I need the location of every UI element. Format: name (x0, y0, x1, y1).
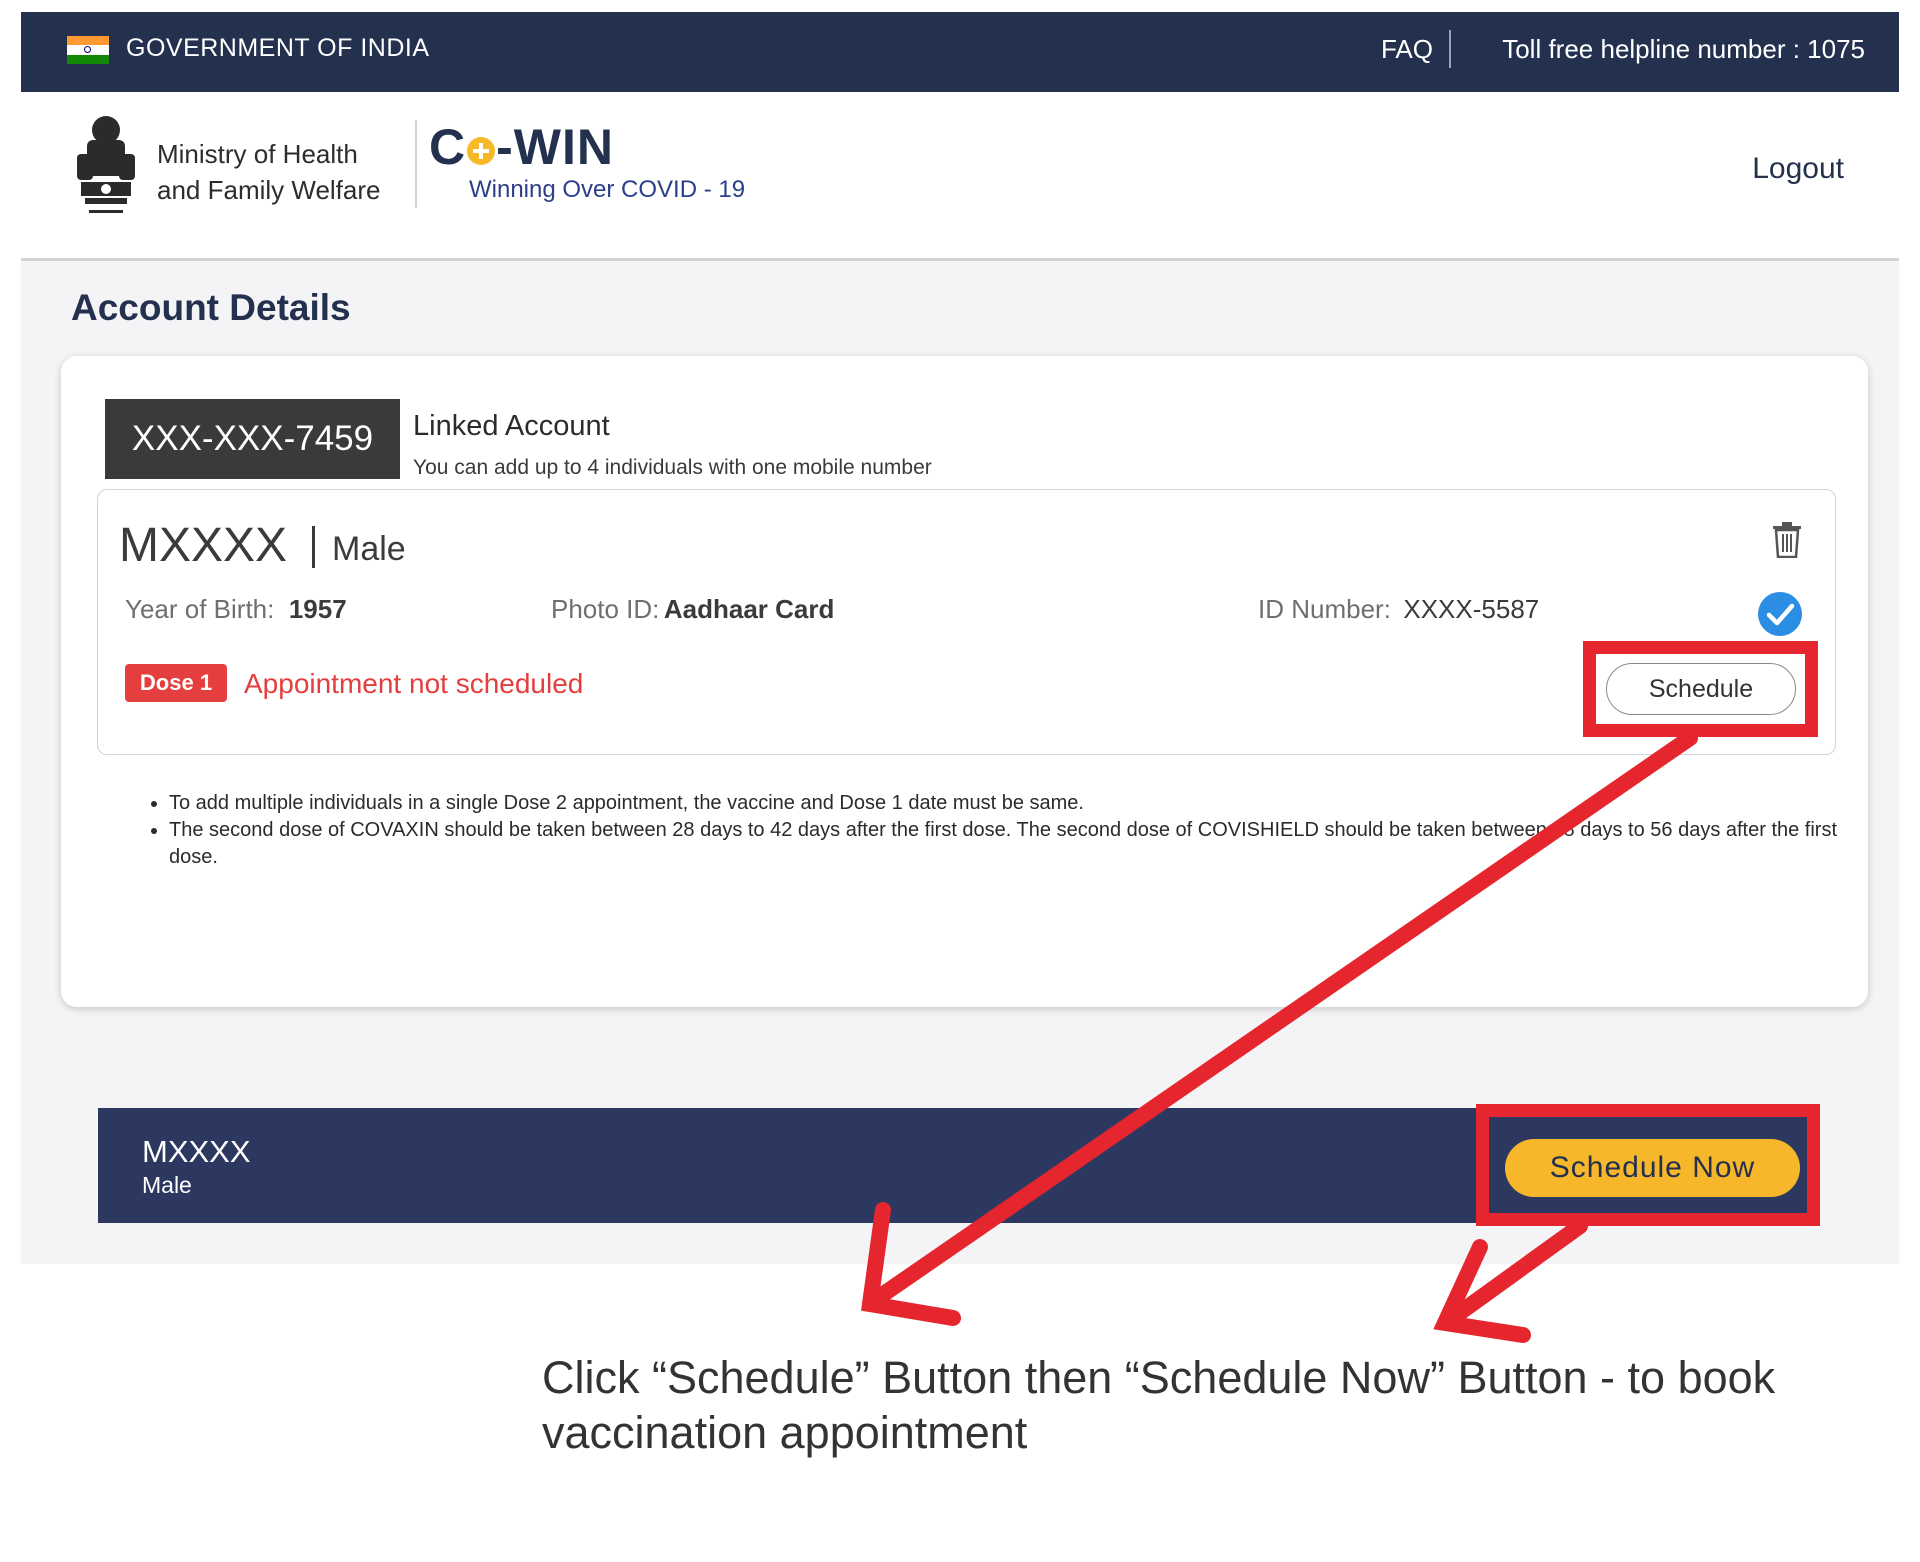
cowin-logo[interactable]: C -WIN (429, 118, 614, 176)
ministry-line-2: and Family Welfare (157, 175, 381, 205)
india-flag-icon (67, 36, 109, 64)
note-item: The second dose of COVAXIN should be tak… (169, 817, 1869, 871)
site-header: Ministry of Health and Family Welfare C-… (21, 92, 1899, 261)
id-number-value: XXXX-5587 (1403, 594, 1540, 624)
logout-link[interactable]: Logout (1752, 152, 1844, 186)
year-of-birth: Year of Birth: 1957 (125, 594, 347, 625)
topbar-divider (1449, 30, 1451, 68)
plus-circle-icon (467, 136, 496, 165)
ministry-line-1: Ministry of Health (157, 139, 358, 169)
photo-id-value: Aadhaar Card (663, 594, 835, 624)
beneficiary-name: MXXXX (119, 519, 288, 572)
beneficiary-gender: Male (332, 530, 406, 568)
name-divider (312, 526, 315, 568)
mobile-number-badge: XXX-XXX-7459 (105, 399, 400, 479)
cowin-tagline: Winning Over COVID - 19 (469, 176, 746, 203)
header-divider (415, 120, 417, 208)
page-title: Account Details (71, 287, 351, 328)
cowin-logo-suffix: -WIN (496, 119, 614, 175)
note-item: To add multiple individuals in a single … (169, 790, 1869, 817)
verified-check-icon (1758, 592, 1802, 636)
year-of-birth-value: 1957 (288, 594, 347, 624)
dose-badge: Dose 1 (125, 664, 227, 702)
ministry-name: Ministry of Health and Family Welfare (157, 136, 381, 208)
linked-account-subtitle: You can add up to 4 individuals with one… (413, 456, 932, 479)
helpline-text: Toll free helpline number : 1075 (1502, 34, 1865, 64)
schedule-button[interactable]: Schedule (1606, 663, 1796, 715)
dose-notes-list: To add multiple individuals in a single … (141, 790, 1869, 871)
year-of-birth-label: Year of Birth: (125, 594, 275, 624)
photo-id: Photo ID: Aadhaar Card (551, 594, 834, 625)
beneficiary-card (97, 489, 1836, 755)
id-number: ID Number: XXXX-5587 (1258, 594, 1539, 625)
selected-beneficiary-gender: Male (142, 1172, 192, 1198)
selected-beneficiary-name: MXXXX (142, 1134, 251, 1169)
government-top-bar: GOVERNMENT OF INDIA FAQ Toll free helpli… (21, 12, 1899, 92)
linked-account-title: Linked Account (413, 410, 610, 442)
id-number-label: ID Number: (1258, 594, 1391, 624)
trash-icon[interactable] (1772, 522, 1802, 558)
government-title: GOVERNMENT OF INDIA (126, 34, 430, 62)
instruction-caption: Click “Schedule” Button then “Schedule N… (542, 1352, 1776, 1458)
schedule-now-button[interactable]: Schedule Now (1505, 1139, 1800, 1197)
cowin-logo-prefix: C (429, 119, 467, 175)
faq-link[interactable]: FAQ (1381, 34, 1433, 65)
appointment-status: Appointment not scheduled (244, 668, 584, 699)
photo-id-label: Photo ID: (551, 594, 660, 624)
national-emblem-icon (77, 116, 135, 213)
